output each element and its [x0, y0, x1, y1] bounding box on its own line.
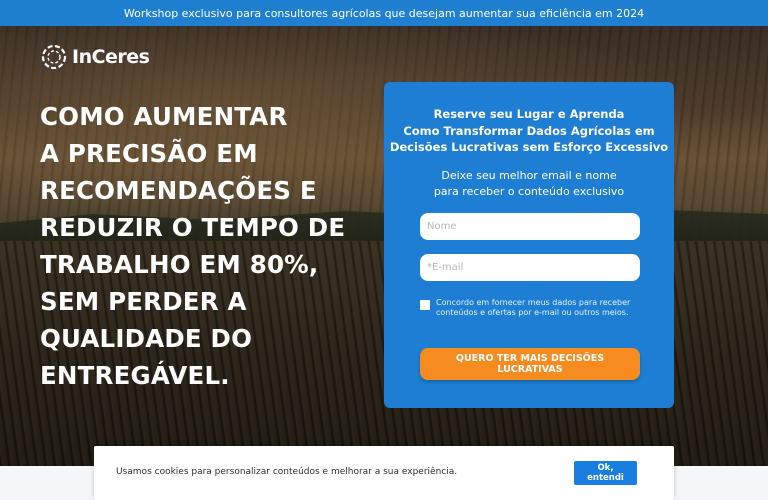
consent-row: Concordo em fornecer meus dados para rec… [420, 298, 650, 318]
name-input[interactable] [420, 213, 640, 240]
headline-line: ENTREGÁVEL. [40, 361, 230, 390]
headline-line: SEM PERDER A [40, 287, 247, 316]
headline-line: QUALIDADE DO [40, 324, 253, 353]
top-banner-text: Workshop exclusivo para consultores agrí… [123, 6, 645, 20]
submit-button[interactable]: QUERO TER MAIS DECISÕES LUCRATIVAS [420, 348, 640, 380]
form-subtitle-line: Deixe seu melhor email e nome [441, 169, 617, 182]
form-title-line: Como Transformar Dados Agrícolas em [403, 123, 655, 138]
consent-checkbox[interactable] [420, 300, 430, 310]
form-title-line: Decisões Lucrativas sem Esforço Excessiv… [389, 140, 669, 154]
email-input[interactable] [420, 254, 640, 281]
chain-ring-icon [41, 44, 67, 70]
form-title: Reserve seu Lugar e Aprenda Como Transfo… [384, 106, 674, 156]
cookie-text: Usamos cookies para personalizar conteúd… [116, 467, 458, 477]
headline-line: A PRECISÃO EM [40, 139, 258, 168]
form-title-line: Reserve seu Lugar e Aprenda [433, 107, 625, 121]
form-subtitle: Deixe seu melhor email e nome para receb… [384, 168, 674, 200]
hero-headline: COMO AUMENTAR A PRECISÃO EM RECOMENDAÇÕE… [40, 98, 380, 394]
signup-form-card: Reserve seu Lugar e Aprenda Como Transfo… [384, 82, 674, 408]
cookie-accept-button[interactable]: Ok, entendi [574, 461, 637, 485]
headline-line: REDUZIR O TEMPO DE [40, 213, 346, 242]
headline-line: RECOMENDAÇÕES E [40, 176, 317, 205]
logo-text: InCeres [72, 46, 150, 68]
headline-line: COMO AUMENTAR [40, 102, 288, 131]
headline-line: TRABALHO EM 80%, [40, 250, 319, 279]
top-banner: Workshop exclusivo para consultores agrí… [0, 0, 768, 26]
form-subtitle-line: para receber o conteúdo exclusivo [433, 185, 625, 198]
cookie-banner: Usamos cookies para personalizar conteúd… [94, 446, 674, 500]
consent-text: Concordo em fornecer meus dados para rec… [436, 298, 631, 317]
logo[interactable]: InCeres [40, 42, 150, 72]
